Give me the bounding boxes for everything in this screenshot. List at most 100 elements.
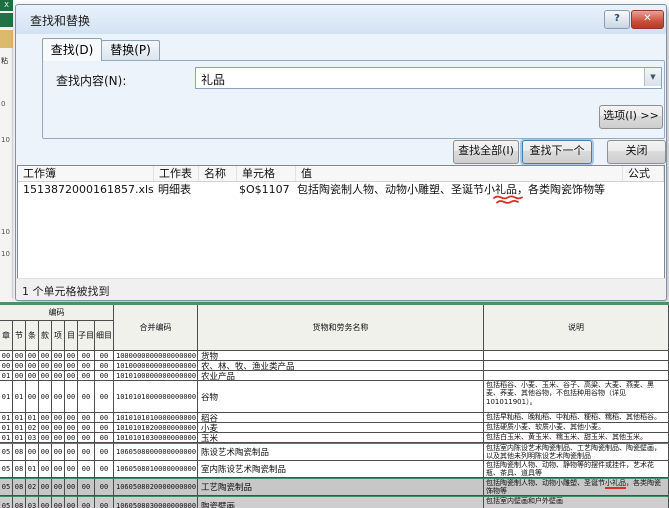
- find-all-button[interactable]: 查找全部(I): [453, 140, 519, 164]
- column-header-worksheet[interactable]: 工作表: [154, 166, 199, 181]
- result-row[interactable]: 1513872000161857.xls 明细表 $O$1107 包括陶瓷制人物…: [18, 182, 664, 198]
- code-cell[interactable]: 03: [26, 496, 39, 508]
- description-cell[interactable]: 包括陶瓷制人物、动物小雕塑、圣诞节小礼品，各类陶瓷饰物等: [484, 478, 669, 496]
- code-cell[interactable]: 00: [26, 371, 39, 381]
- code-cell[interactable]: 00: [95, 351, 114, 361]
- code-cell[interactable]: 00: [39, 423, 52, 433]
- description-cell[interactable]: [484, 371, 669, 381]
- code-cell[interactable]: 01: [0, 381, 13, 413]
- code-cell[interactable]: 00: [52, 381, 65, 413]
- code-cell[interactable]: 00: [39, 371, 52, 381]
- code-cell[interactable]: 00: [26, 351, 39, 361]
- code-col-header[interactable]: 细目: [95, 321, 114, 351]
- code-cell[interactable]: 01: [0, 371, 13, 381]
- tab-find[interactable]: 查找(D): [42, 38, 102, 61]
- code-cell[interactable]: 00: [52, 351, 65, 361]
- code-cell[interactable]: 00: [65, 371, 78, 381]
- code-cell[interactable]: 00: [39, 478, 52, 496]
- description-cell[interactable]: 包括硬质小麦、软质小麦、其他小麦。: [484, 423, 669, 433]
- description-cell[interactable]: 包括室内壁画和户外壁画: [484, 496, 669, 508]
- code-cell[interactable]: 05: [0, 496, 13, 508]
- code-cell[interactable]: 00: [78, 423, 95, 433]
- code-col-header[interactable]: 章: [0, 321, 13, 351]
- merged-code-cell[interactable]: 1010000000000000000: [114, 361, 198, 371]
- description-cell[interactable]: 包括陶瓷制人物、动物、静物等的摆件或挂件，艺术花瓶、茶具、道具等: [484, 461, 669, 478]
- code-cell[interactable]: 00: [13, 371, 26, 381]
- code-cell[interactable]: 00: [65, 413, 78, 423]
- column-header-formula[interactable]: 公式: [623, 166, 664, 181]
- dropdown-arrow-icon[interactable]: ▼: [644, 68, 661, 86]
- close-window-button[interactable]: ✕: [631, 10, 664, 29]
- code-cell[interactable]: 01: [0, 423, 13, 433]
- code-cell[interactable]: 00: [39, 461, 52, 478]
- code-cell[interactable]: 00: [95, 496, 114, 508]
- description-cell[interactable]: 包括室内陈设艺术陶瓷制品、工艺陶瓷制品、陶瓷壁画，以及其他未列明陈设艺术陶瓷制品: [484, 443, 669, 461]
- code-cell[interactable]: 00: [0, 351, 13, 361]
- description-cell[interactable]: 包括稻谷、小麦、玉米、谷子、高粱、大麦、燕麦、黑麦、荞麦、其他谷物，不包括种用谷…: [484, 381, 669, 413]
- code-cell[interactable]: 00: [95, 443, 114, 461]
- code-cell[interactable]: 05: [0, 443, 13, 461]
- code-col-header[interactable]: 项: [52, 321, 65, 351]
- close-button[interactable]: 关闭: [607, 140, 666, 164]
- code-cell[interactable]: 01: [26, 413, 39, 423]
- merged-code-cell[interactable]: 1060508030000000000: [114, 496, 198, 508]
- code-cell[interactable]: 00: [52, 443, 65, 461]
- code-cell[interactable]: 00: [39, 433, 52, 443]
- code-cell[interactable]: 00: [39, 443, 52, 461]
- code-cell[interactable]: 00: [65, 496, 78, 508]
- goods-name-cell[interactable]: 谷物: [198, 381, 484, 413]
- goods-name-cell[interactable]: 工艺陶瓷制品: [198, 478, 484, 496]
- code-cell[interactable]: 02: [26, 423, 39, 433]
- goods-name-cell[interactable]: 陈设艺术陶瓷制品: [198, 443, 484, 461]
- code-cell[interactable]: 01: [13, 381, 26, 413]
- goods-name-cell[interactable]: 农、林、牧、渔业类产品: [198, 361, 484, 371]
- code-col-header[interactable]: 子目: [78, 321, 95, 351]
- merged-code-header[interactable]: 合并编码: [114, 305, 198, 351]
- code-cell[interactable]: 00: [78, 478, 95, 496]
- code-cell[interactable]: 00: [39, 496, 52, 508]
- code-cell[interactable]: 00: [95, 361, 114, 371]
- code-cell[interactable]: 00: [78, 351, 95, 361]
- code-cell[interactable]: 00: [78, 371, 95, 381]
- code-cell[interactable]: 01: [13, 433, 26, 443]
- code-cell[interactable]: 00: [39, 351, 52, 361]
- code-cell[interactable]: 00: [78, 361, 95, 371]
- code-cell[interactable]: 02: [26, 478, 39, 496]
- code-cell[interactable]: 00: [78, 433, 95, 443]
- code-col-header[interactable]: 款: [39, 321, 52, 351]
- goods-name-cell[interactable]: 玉米: [198, 433, 484, 443]
- code-cell[interactable]: 08: [13, 443, 26, 461]
- find-next-button[interactable]: 查找下一个(F): [522, 140, 592, 164]
- merged-code-cell[interactable]: 1010101030000000000: [114, 433, 198, 443]
- code-col-header[interactable]: 条: [26, 321, 39, 351]
- goods-name-cell[interactable]: 稻谷: [198, 413, 484, 423]
- code-cell[interactable]: 00: [13, 351, 26, 361]
- code-cell[interactable]: 05: [0, 461, 13, 478]
- code-cell[interactable]: 00: [78, 381, 95, 413]
- code-cell[interactable]: 01: [13, 423, 26, 433]
- code-col-header[interactable]: 节: [13, 321, 26, 351]
- code-cell[interactable]: 00: [52, 496, 65, 508]
- description-header[interactable]: 说明: [484, 305, 669, 351]
- code-cell[interactable]: 00: [52, 433, 65, 443]
- code-cell[interactable]: 08: [13, 461, 26, 478]
- code-col-header[interactable]: 目: [65, 321, 78, 351]
- code-cell[interactable]: 05: [0, 478, 13, 496]
- column-header-value[interactable]: 值: [296, 166, 623, 181]
- merged-code-cell[interactable]: 1010101000000000000: [114, 381, 198, 413]
- code-cell[interactable]: 00: [65, 443, 78, 461]
- code-cell[interactable]: 00: [78, 413, 95, 423]
- code-cell[interactable]: 00: [52, 423, 65, 433]
- tab-replace[interactable]: 替换(P): [101, 40, 160, 60]
- background-window-strip[interactable]: X 粘 0 10 10 10: [0, 0, 14, 302]
- code-cell[interactable]: 00: [26, 381, 39, 413]
- code-cell[interactable]: 00: [95, 461, 114, 478]
- code-cell[interactable]: 00: [65, 361, 78, 371]
- code-cell[interactable]: 01: [13, 413, 26, 423]
- code-cell[interactable]: 00: [65, 433, 78, 443]
- code-cell[interactable]: 00: [13, 361, 26, 371]
- goods-name-cell[interactable]: 室内陈设艺术陶瓷制品: [198, 461, 484, 478]
- merged-code-cell[interactable]: 1060508000000000000: [114, 443, 198, 461]
- code-cell[interactable]: 01: [26, 461, 39, 478]
- merged-code-cell[interactable]: 1010101010000000000: [114, 413, 198, 423]
